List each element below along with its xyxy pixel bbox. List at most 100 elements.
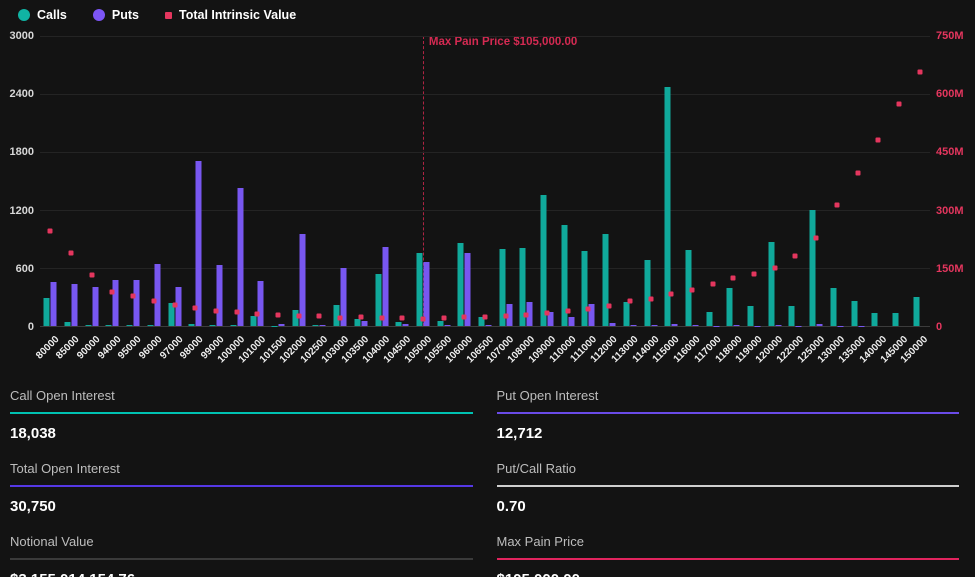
put-bar[interactable]	[299, 234, 305, 326]
total-intrinsic-value-dot[interactable]	[752, 271, 757, 276]
total-intrinsic-value-dot[interactable]	[172, 302, 177, 307]
total-intrinsic-value-dot[interactable]	[772, 265, 777, 270]
call-bar[interactable]	[458, 243, 464, 326]
call-bar[interactable]	[665, 87, 671, 326]
call-bar[interactable]	[768, 242, 774, 326]
total-intrinsic-value-dot[interactable]	[565, 308, 570, 313]
call-bar[interactable]	[396, 322, 402, 326]
total-intrinsic-value-dot[interactable]	[482, 314, 487, 319]
legend-item-puts[interactable]: Puts	[93, 8, 139, 22]
total-intrinsic-value-dot[interactable]	[151, 299, 156, 304]
put-bar[interactable]	[610, 323, 616, 326]
put-bar[interactable]	[485, 325, 491, 326]
total-intrinsic-value-dot[interactable]	[648, 296, 653, 301]
call-bar[interactable]	[354, 319, 360, 326]
legend-item-calls[interactable]: Calls	[18, 8, 67, 22]
put-bar[interactable]	[134, 280, 140, 326]
total-intrinsic-value-dot[interactable]	[213, 308, 218, 313]
call-bar[interactable]	[44, 298, 50, 326]
legend-item-total-intrinsic-value[interactable]: Total Intrinsic Value	[165, 8, 296, 22]
put-bar[interactable]	[51, 282, 57, 326]
call-bar[interactable]	[892, 313, 898, 326]
total-intrinsic-value-dot[interactable]	[462, 315, 467, 320]
call-bar[interactable]	[748, 306, 754, 326]
call-bar[interactable]	[127, 325, 133, 326]
total-intrinsic-value-dot[interactable]	[379, 315, 384, 320]
total-intrinsic-value-dot[interactable]	[193, 306, 198, 311]
total-intrinsic-value-dot[interactable]	[338, 315, 343, 320]
put-bar[interactable]	[568, 317, 574, 326]
total-intrinsic-value-dot[interactable]	[876, 138, 881, 143]
total-intrinsic-value-dot[interactable]	[420, 316, 425, 321]
put-bar[interactable]	[817, 324, 823, 326]
total-intrinsic-value-dot[interactable]	[689, 287, 694, 292]
total-intrinsic-value-dot[interactable]	[317, 314, 322, 319]
call-bar[interactable]	[872, 313, 878, 326]
total-intrinsic-value-dot[interactable]	[255, 311, 260, 316]
call-bar[interactable]	[251, 316, 257, 326]
call-bar[interactable]	[727, 288, 733, 326]
put-bar[interactable]	[258, 281, 264, 326]
call-bar[interactable]	[582, 251, 588, 326]
total-intrinsic-value-dot[interactable]	[545, 311, 550, 316]
call-bar[interactable]	[85, 325, 91, 326]
put-bar[interactable]	[444, 325, 450, 326]
call-bar[interactable]	[644, 260, 650, 326]
total-intrinsic-value-dot[interactable]	[131, 294, 136, 299]
call-bar[interactable]	[851, 301, 857, 326]
put-bar[interactable]	[216, 265, 222, 326]
call-bar[interactable]	[913, 297, 919, 326]
call-bar[interactable]	[65, 322, 71, 326]
put-bar[interactable]	[382, 247, 388, 326]
put-bar[interactable]	[237, 188, 243, 326]
total-intrinsic-value-dot[interactable]	[296, 313, 301, 318]
call-bar[interactable]	[830, 288, 836, 326]
total-intrinsic-value-dot[interactable]	[607, 304, 612, 309]
put-bar[interactable]	[113, 280, 119, 326]
total-intrinsic-value-dot[interactable]	[586, 307, 591, 312]
put-bar[interactable]	[279, 324, 285, 326]
call-bar[interactable]	[541, 195, 547, 326]
total-intrinsic-value-dot[interactable]	[793, 253, 798, 258]
call-bar[interactable]	[209, 325, 215, 326]
put-bar[interactable]	[775, 325, 781, 326]
total-intrinsic-value-dot[interactable]	[234, 310, 239, 315]
total-intrinsic-value-dot[interactable]	[89, 273, 94, 278]
call-bar[interactable]	[416, 253, 422, 326]
total-intrinsic-value-dot[interactable]	[110, 290, 115, 295]
total-intrinsic-value-dot[interactable]	[669, 292, 674, 297]
call-bar[interactable]	[623, 302, 629, 326]
put-bar[interactable]	[734, 325, 740, 326]
total-intrinsic-value-dot[interactable]	[441, 315, 446, 320]
call-bar[interactable]	[810, 210, 816, 326]
call-bar[interactable]	[706, 312, 712, 326]
total-intrinsic-value-dot[interactable]	[855, 170, 860, 175]
call-bar[interactable]	[313, 325, 319, 326]
put-bar[interactable]	[320, 325, 326, 326]
total-intrinsic-value-dot[interactable]	[400, 315, 405, 320]
put-bar[interactable]	[154, 264, 160, 326]
total-intrinsic-value-dot[interactable]	[814, 236, 819, 241]
call-bar[interactable]	[437, 321, 443, 326]
put-bar[interactable]	[672, 324, 678, 326]
put-bar[interactable]	[361, 321, 367, 326]
put-bar[interactable]	[630, 325, 636, 326]
call-bar[interactable]	[106, 325, 112, 326]
total-intrinsic-value-dot[interactable]	[731, 276, 736, 281]
call-bar[interactable]	[230, 325, 236, 326]
total-intrinsic-value-dot[interactable]	[48, 228, 53, 233]
total-intrinsic-value-dot[interactable]	[627, 299, 632, 304]
call-bar[interactable]	[147, 325, 153, 326]
total-intrinsic-value-dot[interactable]	[896, 102, 901, 107]
put-bar[interactable]	[403, 324, 409, 326]
call-bar[interactable]	[189, 324, 195, 326]
put-bar[interactable]	[196, 161, 202, 326]
total-intrinsic-value-dot[interactable]	[503, 313, 508, 318]
total-intrinsic-value-dot[interactable]	[710, 282, 715, 287]
total-intrinsic-value-dot[interactable]	[834, 202, 839, 207]
total-intrinsic-value-dot[interactable]	[276, 313, 281, 318]
put-bar[interactable]	[692, 325, 698, 326]
put-bar[interactable]	[92, 287, 98, 326]
call-bar[interactable]	[603, 234, 609, 326]
total-intrinsic-value-dot[interactable]	[917, 69, 922, 74]
